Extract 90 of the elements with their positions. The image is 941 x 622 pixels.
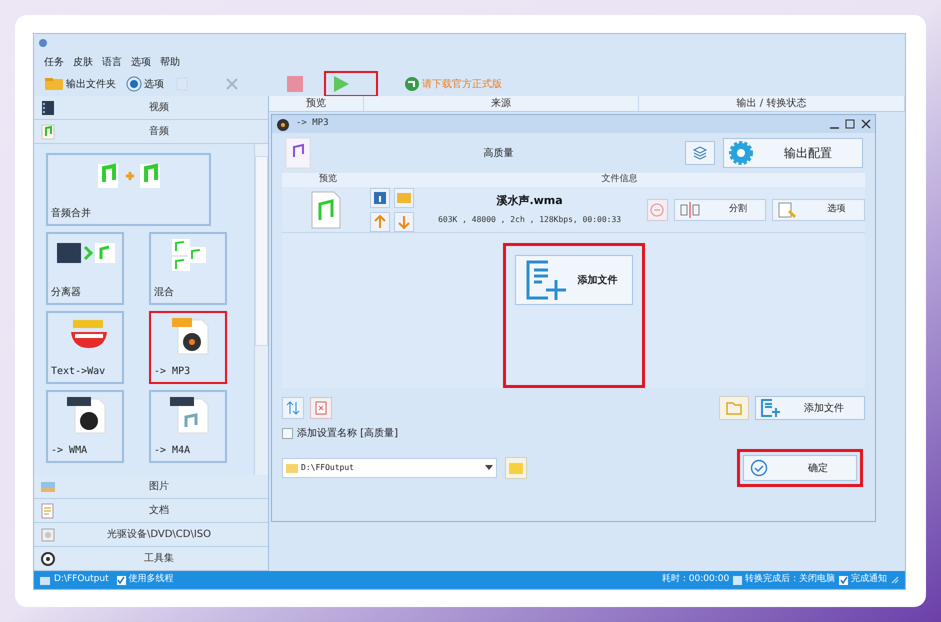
close-icon	[861, 119, 871, 129]
resize-grip-icon	[891, 576, 899, 584]
play-icon	[332, 75, 350, 93]
file-action-button[interactable]: 选项	[772, 198, 865, 220]
toolbar-stop-button[interactable]	[284, 73, 306, 95]
tool-tile[interactable]: Text->Wav	[46, 311, 124, 384]
column-header: 来源	[364, 96, 639, 111]
gear-icon	[728, 140, 754, 166]
options-icon	[126, 76, 142, 92]
checkbox[interactable]	[116, 576, 126, 584]
folder-icon	[509, 462, 523, 474]
browse-folder-button[interactable]	[505, 457, 527, 479]
split-icon	[678, 200, 701, 218]
cross-icon	[224, 76, 240, 92]
tool-tile[interactable]: 分离器	[46, 232, 124, 305]
check-icon	[840, 576, 848, 584]
category-header[interactable]: 工具集	[34, 547, 268, 571]
folder-icon	[44, 77, 64, 91]
folder-icon	[726, 401, 742, 415]
elapsed-time: 耗时 : 00:00:00	[662, 573, 730, 586]
tool-tile[interactable]: 音频合并	[46, 153, 211, 226]
category-header[interactable]: 音频	[34, 120, 268, 144]
info-icon	[372, 190, 388, 206]
clear-list-button[interactable]	[310, 397, 332, 419]
maximize-icon	[845, 119, 855, 129]
dropdown-arrow-icon	[485, 465, 493, 471]
tools-icon	[40, 550, 56, 566]
toolbar-play-button[interactable]	[326, 73, 376, 95]
menu-item[interactable]: 帮助	[160, 54, 180, 70]
category-header[interactable]: 文档	[34, 499, 268, 523]
menu-item[interactable]: 选项	[131, 54, 151, 70]
toolbar-folder-button[interactable]: 输出文件夹	[42, 73, 118, 95]
checkbox-label: 转换完成后 : 关闭电脑	[745, 573, 835, 586]
column-header: 预览	[318, 173, 338, 186]
video-icon	[40, 100, 56, 116]
down-arrow-icon	[396, 214, 412, 230]
minus-circle-icon	[650, 202, 664, 216]
menu-item[interactable]: 皮肤	[73, 54, 93, 70]
minimize-icon	[830, 127, 839, 129]
info-button[interactable]	[370, 188, 390, 208]
dialog-title: -> MP3	[296, 117, 330, 130]
menu-item[interactable]: 语言	[102, 54, 122, 70]
down-arrow-button[interactable]	[394, 212, 414, 232]
up-arrow-button[interactable]	[370, 212, 390, 232]
check-icon	[117, 576, 126, 584]
column-header: 输出 / 转换状态	[639, 96, 905, 111]
check-circle-icon	[750, 459, 768, 477]
output-config-button[interactable]: 输出配置	[723, 138, 863, 168]
remove-button[interactable]	[646, 198, 668, 220]
checkbox[interactable]	[733, 576, 742, 584]
delete-file-icon	[314, 401, 328, 415]
audio-file-icon	[284, 137, 312, 169]
status-path: D:\FFOutput	[54, 573, 109, 586]
checkbox[interactable]	[839, 576, 848, 584]
menu-item[interactable]: 任务	[44, 54, 64, 70]
checkbox[interactable]	[282, 428, 293, 439]
tool-tile[interactable]: -> MP3	[149, 311, 227, 384]
audio-icon	[40, 124, 56, 140]
column-header: 文件信息	[600, 173, 638, 186]
toolbar-options-button[interactable]: 选项	[124, 73, 166, 95]
category-header[interactable]: 图片	[34, 475, 268, 499]
document-icon	[40, 502, 56, 518]
layers-button[interactable]	[685, 141, 715, 165]
sort-button[interactable]	[282, 397, 304, 419]
tool-tile[interactable]: -> M4A	[149, 390, 227, 463]
stop-icon	[286, 75, 304, 93]
up-arrow-icon	[372, 214, 388, 230]
file-info: 603K , 48000 , 2ch , 128Kbps, 00:00:33	[438, 214, 622, 226]
add-file-icon	[760, 398, 782, 418]
preset-name: 高质量	[482, 146, 514, 160]
file-name: 溪水声.wma	[496, 192, 563, 209]
folder-icon	[286, 463, 298, 473]
tool-tile[interactable]: 混合	[149, 232, 227, 305]
sort-arrows-icon	[286, 401, 300, 415]
checkbox-label: 完成通知	[851, 573, 887, 586]
checkbox-label: 使用多线程	[128, 573, 174, 586]
add-file-button[interactable]: 添加文件	[755, 396, 865, 420]
confirm-button[interactable]: 确定	[743, 455, 857, 481]
add-file-button[interactable]: 添加文件	[514, 255, 632, 305]
checkbox-label: 添加设置名称 [高质量]	[297, 426, 398, 441]
folder-icon	[40, 576, 50, 584]
column-header: 预览	[269, 96, 364, 111]
disc-icon	[276, 117, 290, 131]
layers-icon	[692, 146, 708, 160]
category-header[interactable]: 光驱设备\DVD\CD\ISO	[34, 523, 268, 547]
file-action-button[interactable]: 分割	[674, 198, 766, 220]
add-folder-button[interactable]	[719, 396, 749, 420]
output-path-dropdown[interactable]: D:\FFOutput	[282, 458, 497, 478]
category-header[interactable]: 视频	[34, 96, 268, 120]
tool-tile[interactable]: -> WMA	[46, 390, 124, 463]
